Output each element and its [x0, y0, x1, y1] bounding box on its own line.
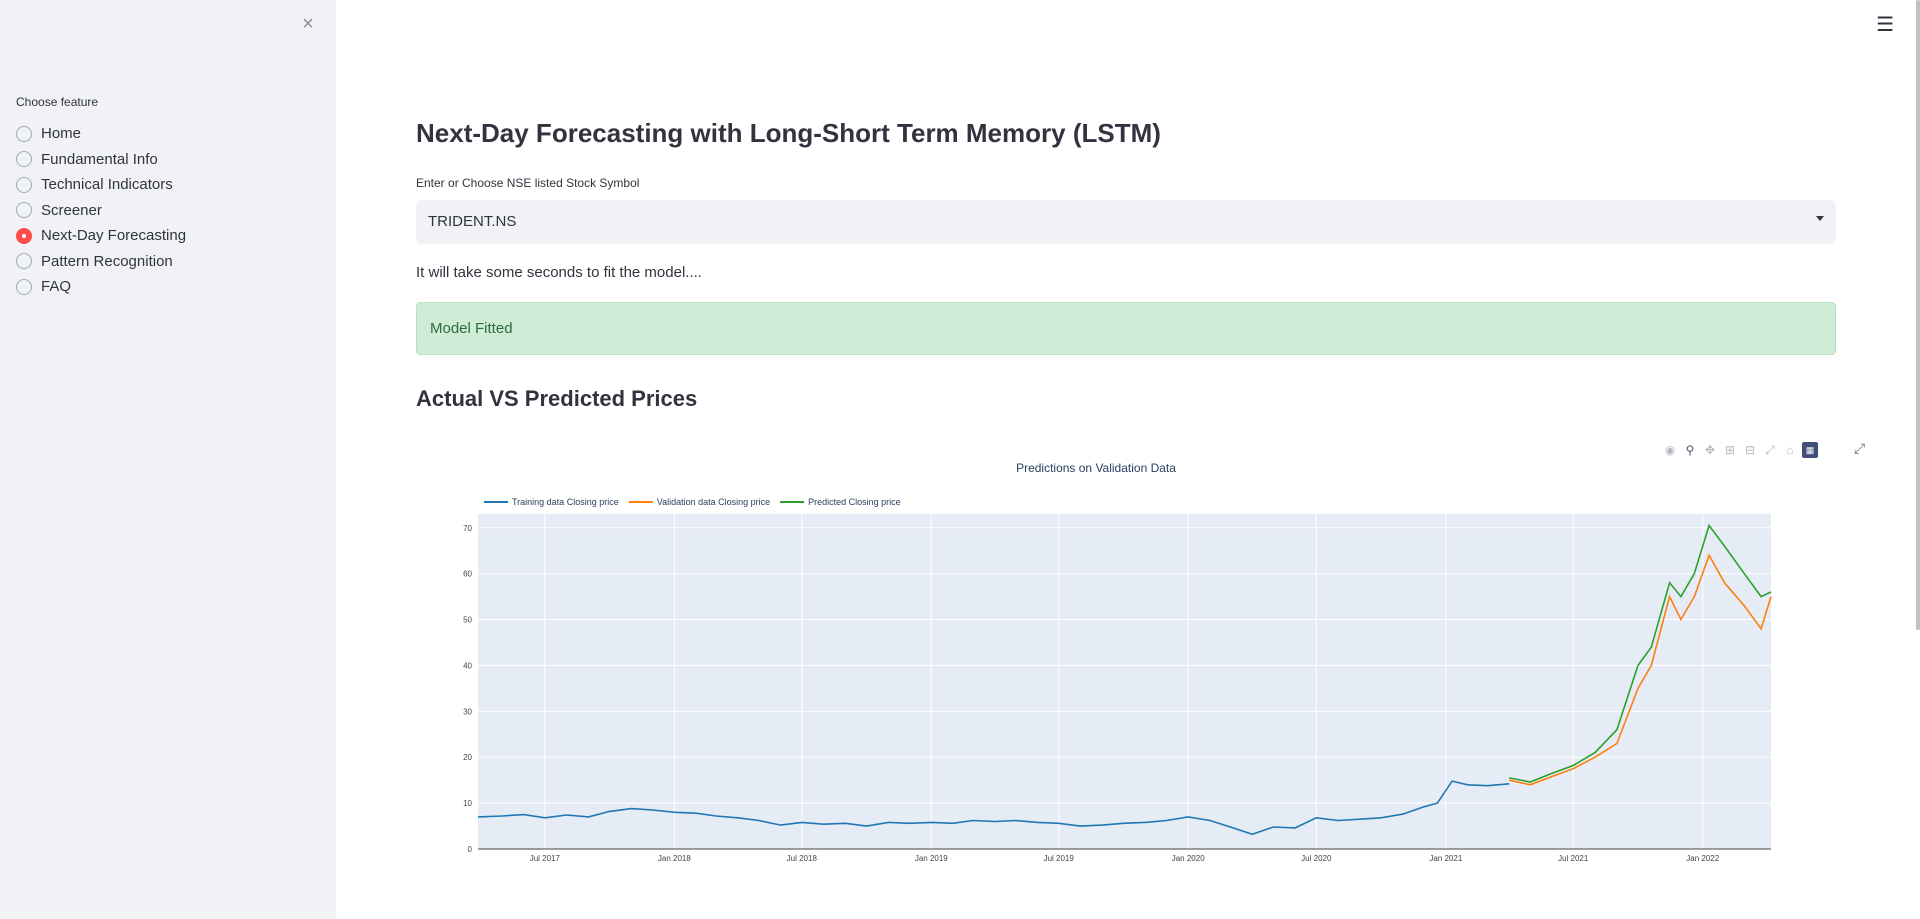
y-tick-label: 20: [463, 753, 472, 762]
x-tick-label: Jan 2022: [1686, 854, 1719, 863]
chart-title: Predictions on Validation Data: [1016, 461, 1176, 475]
sidebar-item-next-day-forecasting[interactable]: Next-Day Forecasting: [16, 223, 186, 249]
x-tick-label: Jul 2020: [1301, 854, 1332, 863]
x-tick-label: Jul 2019: [1044, 854, 1075, 863]
x-tick-label: Jan 2020: [1172, 854, 1205, 863]
sidebar-item-screener[interactable]: Screener: [16, 198, 186, 224]
sidebar-item-fundamental-info[interactable]: Fundamental Info: [16, 147, 186, 173]
sidebar-item-label: Screener: [41, 201, 102, 219]
main-content: ☰ Next-Day Forecasting with Long-Short T…: [336, 0, 1920, 919]
plot-area: [478, 514, 1771, 849]
stock-symbol-value: TRIDENT.NS: [428, 213, 517, 230]
radio-icon[interactable]: [16, 202, 32, 219]
y-tick-label: 30: [463, 707, 472, 716]
radio-icon[interactable]: [16, 253, 32, 270]
sidebar-item-label: FAQ: [41, 278, 72, 296]
radio-icon[interactable]: [16, 151, 32, 168]
sidebar-item-label: Pattern Recognition: [41, 252, 173, 270]
x-tick-label: Jan 2018: [658, 854, 691, 863]
sidebar-item-home[interactable]: Home: [16, 121, 186, 147]
stock-symbol-select[interactable]: TRIDENT.NS: [416, 200, 1836, 244]
plotly-logo-icon[interactable]: ▦: [1802, 442, 1818, 458]
y-tick-label: 40: [463, 661, 472, 670]
section-title: Actual VS Predicted Prices: [416, 386, 698, 411]
radio-icon[interactable]: [16, 176, 32, 193]
close-sidebar-icon[interactable]: ×: [296, 12, 320, 36]
stock-symbol-label: Enter or Choose NSE listed Stock Symbol: [416, 176, 640, 190]
y-tick-label: 60: [463, 570, 472, 579]
sidebar-item-label: Technical Indicators: [41, 176, 173, 194]
choose-feature-label: Choose feature: [16, 95, 99, 109]
sidebar-item-technical-indicators[interactable]: Technical Indicators: [16, 172, 186, 198]
prediction-chart[interactable]: Predictions on Validation Data 0 10 20 30 40 5…: [416, 452, 1776, 872]
radio-icon[interactable]: [16, 278, 32, 295]
y-tick-label: 70: [463, 524, 472, 533]
sidebar: × Choose feature Home Fundamental Info Tec…: [0, 0, 336, 919]
fullscreen-icon[interactable]: ⤢: [1854, 440, 1865, 457]
radio-icon[interactable]: [16, 125, 32, 142]
success-alert: Model Fitted: [416, 302, 1836, 355]
sidebar-item-label: Next-Day Forecasting: [41, 227, 187, 245]
legend-label: Predicted Closing price: [808, 497, 901, 507]
x-tick-label: Jul 2017: [530, 854, 561, 863]
x-tick-label: Jan 2019: [915, 854, 948, 863]
page-title: Next-Day Forecasting with Long-Short Ter…: [416, 118, 1161, 148]
sidebar-item-pattern-recognition[interactable]: Pattern Recognition: [16, 249, 186, 275]
success-message: Model Fitted: [430, 320, 513, 337]
x-tick-label: Jul 2021: [1558, 854, 1589, 863]
x-tick-label: Jul 2018: [787, 854, 818, 863]
scrollbar[interactable]: [1916, 0, 1920, 630]
legend-label: Training data Closing price: [512, 497, 619, 507]
reset-axes-icon[interactable]: ⌂: [1782, 442, 1798, 458]
sidebar-item-label: Home: [41, 125, 82, 143]
sidebar-item-faq[interactable]: FAQ: [16, 274, 186, 300]
x-tick-label: Jan 2021: [1429, 854, 1462, 863]
y-tick-label: 10: [463, 799, 472, 808]
y-tick-label: 50: [463, 616, 472, 625]
hamburger-menu-icon[interactable]: ☰: [1876, 12, 1894, 37]
chevron-down-icon: [1816, 216, 1824, 221]
fitting-info-text: It will take some seconds to fit the mod…: [416, 264, 702, 281]
legend-label: Validation data Closing price: [657, 497, 770, 507]
sidebar-item-label: Fundamental Info: [41, 150, 158, 168]
y-tick-label: 0: [468, 845, 473, 854]
feature-radio-group: Home Fundamental Info Technical Indicators…: [16, 121, 186, 300]
radio-icon[interactable]: [16, 227, 32, 244]
